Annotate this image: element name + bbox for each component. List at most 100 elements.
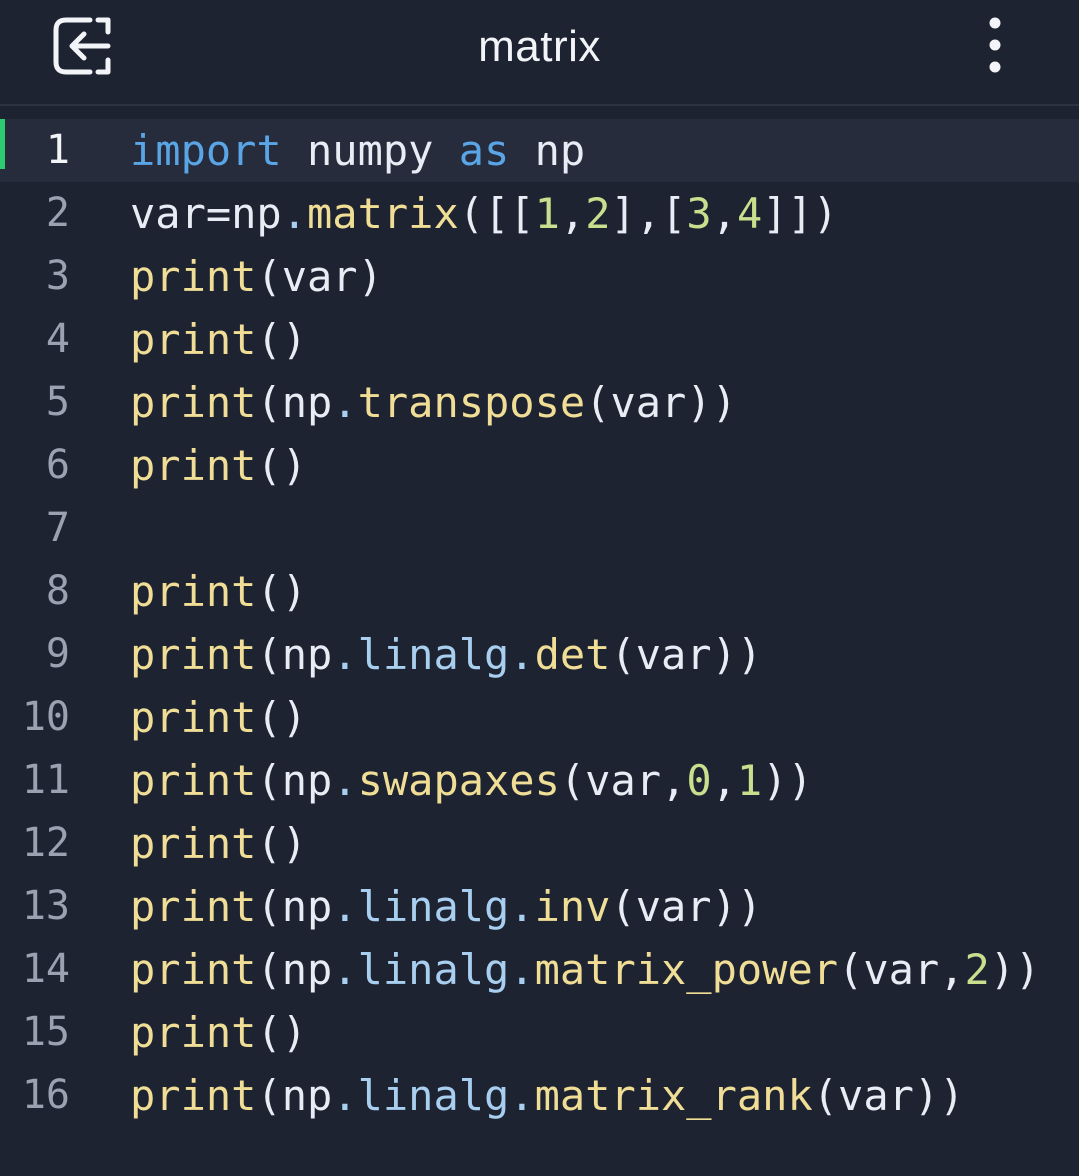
line-number: 16 [21, 1072, 70, 1118]
code-token: print [130, 378, 257, 427]
line-number: 2 [45, 190, 70, 236]
code-text: print(np.linalg.matrix_rank(var)) [130, 1064, 964, 1127]
line-number: 14 [21, 946, 70, 992]
code-line[interactable]: 13 print(np.linalg.inv(var)) [0, 875, 1079, 938]
code-line[interactable]: 5 print(np.transpose(var)) [0, 371, 1079, 434]
code-line[interactable]: 14 print(np.linalg.matrix_power(var,2)) [0, 938, 1079, 1001]
code-line[interactable]: 6 print() [0, 434, 1079, 497]
code-token: print [130, 315, 257, 364]
code-token: np [509, 126, 586, 175]
code-token: ]]) [762, 189, 839, 238]
code-token: (var, [838, 945, 965, 994]
code-token: print [130, 693, 257, 742]
code-token: print [130, 819, 257, 868]
code-token: (var, [559, 756, 687, 805]
code-token: (var)) [610, 630, 763, 679]
code-token: (var)) [812, 1071, 965, 1120]
code-token: (np [256, 378, 333, 427]
code-token: , [711, 189, 737, 238]
code-token: (np [256, 945, 333, 994]
code-token: . [332, 378, 358, 427]
code-line[interactable]: 3 print(var) [0, 245, 1079, 308]
code-line[interactable]: 16 print(np.linalg.matrix_rank(var)) [0, 1064, 1079, 1127]
code-token: 3 [686, 189, 712, 238]
code-token: ],[ [610, 189, 687, 238]
code-token: () [256, 819, 308, 868]
code-token: (np [256, 882, 333, 931]
line-number: 13 [21, 883, 70, 929]
code-token: print [130, 630, 257, 679]
code-text: print() [130, 1001, 307, 1064]
file-title: matrix [478, 22, 601, 71]
code-token: 0 [686, 756, 712, 805]
code-token: )) [762, 756, 813, 805]
code-token: .linalg. [332, 945, 535, 994]
code-text: print(np.swapaxes(var,0,1)) [130, 749, 813, 812]
code-editor[interactable]: 1 import numpy as np 2 var=np.matrix([[1,2]… [0, 106, 1079, 1176]
code-token: (np [256, 756, 333, 805]
code-token: print [130, 882, 257, 931]
line-number: 10 [21, 694, 70, 740]
code-token: matrix [307, 189, 459, 238]
code-text: print() [130, 686, 307, 749]
code-token: .linalg. [332, 882, 535, 931]
code-token: 1 [534, 189, 560, 238]
code-token: () [256, 441, 308, 490]
code-line[interactable]: 9 print(np.linalg.det(var)) [0, 623, 1079, 686]
code-token: as [458, 126, 510, 175]
code-text: print() [130, 308, 307, 371]
code-token: () [256, 1008, 308, 1057]
code-token: (var)) [585, 378, 737, 427]
code-token: (np [256, 1071, 333, 1120]
code-text: print(var) [130, 245, 383, 308]
code-token: . [332, 756, 358, 805]
code-token: ([[ [458, 189, 535, 238]
code-token: import [130, 126, 282, 175]
code-token: (var)) [610, 882, 763, 931]
code-line[interactable]: 7 [0, 497, 1079, 560]
code-token: . [281, 189, 308, 238]
code-token: 2 [964, 945, 990, 994]
code-token: () [256, 693, 308, 742]
code-token: 2 [585, 189, 611, 238]
code-line[interactable]: 15 print() [0, 1001, 1079, 1064]
code-text: print(np.transpose(var)) [130, 371, 737, 434]
line-number: 8 [45, 568, 70, 614]
code-token: numpy [281, 126, 459, 175]
code-token: () [256, 567, 308, 616]
code-token: swapaxes [357, 756, 560, 805]
code-text: print() [130, 812, 307, 875]
overflow-menu-button[interactable] [970, 12, 1020, 78]
code-line[interactable]: 10 print() [0, 686, 1079, 749]
code-token: .linalg. [332, 1071, 535, 1120]
code-line[interactable]: 1 import numpy as np [0, 119, 1079, 182]
code-token: print [130, 1008, 257, 1057]
line-number: 6 [45, 442, 70, 488]
code-token: var=np [130, 189, 282, 238]
code-token: () [256, 315, 308, 364]
code-text: print() [130, 560, 307, 623]
code-line[interactable]: 4 print() [0, 308, 1079, 371]
code-token: print [130, 441, 257, 490]
code-token: .linalg. [332, 630, 535, 679]
code-line[interactable]: 8 print() [0, 560, 1079, 623]
code-line[interactable]: 12 print() [0, 812, 1079, 875]
line-number: 1 [45, 127, 70, 173]
code-token: (np [256, 630, 333, 679]
code-line[interactable]: 11 print(np.swapaxes(var,0,1)) [0, 749, 1079, 812]
line-number: 15 [21, 1009, 70, 1055]
code-token: , [711, 756, 737, 805]
code-token: print [130, 567, 257, 616]
line-number: 3 [45, 253, 70, 299]
code-text: print(np.linalg.matrix_power(var,2)) [130, 938, 1040, 1001]
code-line[interactable]: 2 var=np.matrix([[1,2],[3,4]]) [0, 182, 1079, 245]
code-token: matrix_power [534, 945, 839, 994]
code-token: 4 [736, 189, 763, 238]
code-text: var=np.matrix([[1,2],[3,4]]) [130, 182, 838, 245]
code-token: 1 [736, 756, 763, 805]
line-number: 9 [45, 631, 70, 677]
code-text: print(np.linalg.inv(var)) [130, 875, 762, 938]
code-token: matrix_rank [534, 1071, 813, 1120]
line-number: 11 [21, 757, 70, 803]
code-text: print(np.linalg.det(var)) [130, 623, 762, 686]
